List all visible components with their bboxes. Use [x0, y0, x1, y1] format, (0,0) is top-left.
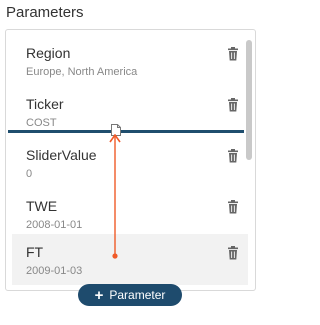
- panel-title: Parameters: [6, 4, 84, 21]
- parameter-list[interactable]: Region Europe, North America Ticker COST: [5, 29, 256, 291]
- parameter-value: 0: [26, 168, 33, 180]
- parameter-name: SliderValue: [26, 147, 97, 163]
- parameter-value: 2008-01-01: [26, 219, 83, 231]
- parameter-value: 2009-01-03: [26, 265, 83, 277]
- add-parameter-button[interactable]: + Parameter: [78, 284, 182, 306]
- trash-icon[interactable]: [227, 200, 239, 214]
- parameter-value: COST: [26, 117, 57, 129]
- parameter-row-twe[interactable]: TWE 2008-01-01: [12, 188, 248, 239]
- parameter-row-ft[interactable]: FT 2009-01-03: [12, 234, 248, 285]
- parameter-name: Region: [26, 45, 71, 61]
- parameter-row-region[interactable]: Region Europe, North America: [12, 35, 248, 86]
- trash-icon[interactable]: [227, 98, 239, 112]
- parameters-panel: Parameters Region Europe, North America …: [0, 0, 260, 325]
- trash-icon[interactable]: [227, 149, 239, 163]
- scrollbar-thumb[interactable]: [246, 40, 252, 160]
- drop-indicator-line: [8, 130, 244, 133]
- parameter-row-slidervalue[interactable]: SliderValue 0: [12, 137, 248, 188]
- drag-arrow: [109, 134, 121, 259]
- plus-icon: +: [94, 286, 104, 304]
- trash-icon[interactable]: [227, 47, 239, 61]
- add-parameter-label: Parameter: [109, 288, 166, 302]
- trash-icon[interactable]: [227, 246, 239, 260]
- parameter-value: Europe, North America: [26, 66, 138, 78]
- parameter-name: Ticker: [26, 96, 64, 112]
- parameter-name: TWE: [26, 198, 58, 214]
- parameter-name: FT: [26, 244, 44, 260]
